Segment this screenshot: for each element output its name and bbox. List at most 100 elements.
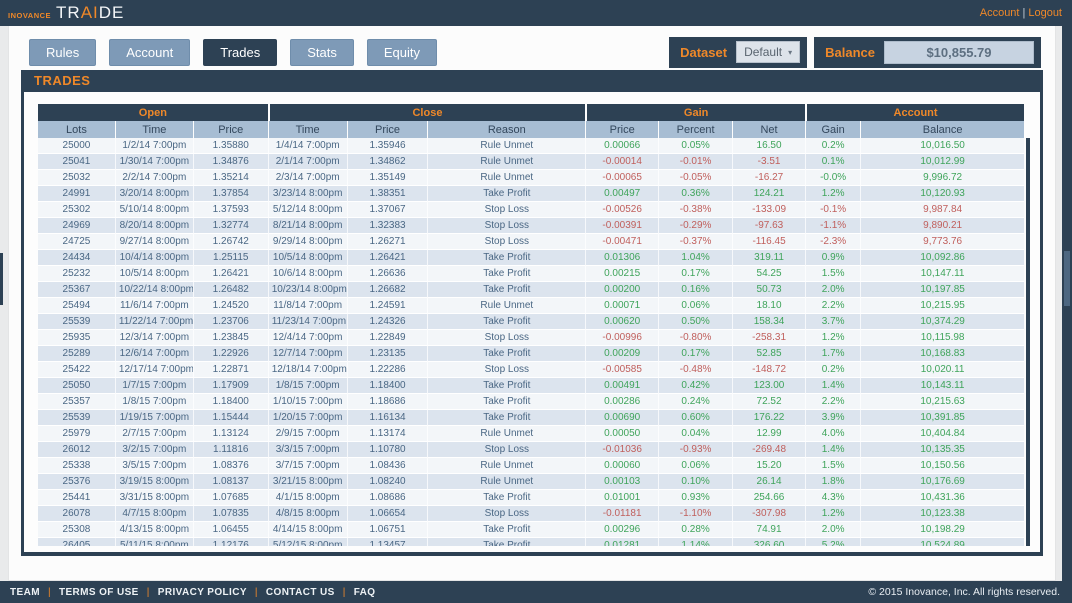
brand-prefix: INOVANCE xyxy=(8,11,51,20)
cell-close-time: 12/7/14 7:00pm xyxy=(268,346,347,362)
col-header-close-price: Price xyxy=(347,121,428,138)
cell-gain-net: -97.63 xyxy=(732,218,805,234)
trades-rows-viewport[interactable]: 250001/2/14 7:00pm1.358801/4/14 7:00pm1.… xyxy=(38,138,1024,546)
top-bar: INOVANCE TRAIDE Account|Logout xyxy=(0,0,1072,26)
cell-gain-percent: 0.36% xyxy=(658,186,732,202)
cell-gain-net: 50.73 xyxy=(732,282,805,298)
cell-open-time: 8/20/14 8:00pm xyxy=(115,218,193,234)
cell-open-time: 10/22/14 8:00pm xyxy=(115,282,193,298)
cell-account-balance: 10,176.69 xyxy=(860,474,1024,490)
footer-link-team[interactable]: TEAM xyxy=(10,587,40,598)
cell-close-time: 4/1/15 8:00pm xyxy=(268,490,347,506)
cell-account-gain: 1.8% xyxy=(805,474,860,490)
cell-account-balance: 9,890.21 xyxy=(860,218,1024,234)
cell-lots: 24725 xyxy=(38,234,115,250)
cell-close-time: 2/3/14 7:00pm xyxy=(268,170,347,186)
cell-account-gain: 5.2% xyxy=(805,538,860,546)
cell-gain-price: 0.00215 xyxy=(585,266,658,282)
left-edge-marker xyxy=(0,253,3,305)
cell-gain-price: 0.00060 xyxy=(585,458,658,474)
table-row: 253383/5/15 7:00pm1.083763/7/15 7:00pm1.… xyxy=(38,458,1024,474)
cell-account-gain: 2.2% xyxy=(805,298,860,314)
cell-lots: 25032 xyxy=(38,170,115,186)
footer-link-faq[interactable]: FAQ xyxy=(354,587,376,598)
cell-close-time: 2/9/15 7:00pm xyxy=(268,426,347,442)
session-links: Account|Logout xyxy=(980,7,1062,19)
cell-gain-percent: 0.04% xyxy=(658,426,732,442)
content-card: Rules Account Trades Stats Equity Datase… xyxy=(8,26,1056,581)
cell-gain-percent: -0.80% xyxy=(658,330,732,346)
footer-link-privacy-policy[interactable]: PRIVACY POLICY xyxy=(158,587,247,598)
cell-account-gain: -1.1% xyxy=(805,218,860,234)
table-row: 2536710/22/14 8:00pm1.2648210/23/14 8:00… xyxy=(38,282,1024,298)
cell-close-time: 10/23/14 8:00pm xyxy=(268,282,347,298)
tab-trades[interactable]: Trades xyxy=(203,39,277,66)
cell-gain-price: 0.00491 xyxy=(585,378,658,394)
tab-rules[interactable]: Rules xyxy=(29,39,96,66)
table-row: 250501/7/15 7:00pm1.179091/8/15 7:00pm1.… xyxy=(38,378,1024,394)
col-header-reason: Reason xyxy=(427,121,585,138)
footer-link-separator: | xyxy=(147,587,150,598)
cell-close-time: 12/18/14 7:00pm xyxy=(268,362,347,378)
cell-reason: Rule Unmet xyxy=(427,458,585,474)
cell-gain-price: -0.00996 xyxy=(585,330,658,346)
brand-logo: INOVANCE TRAIDE xyxy=(8,3,124,23)
tab-stats[interactable]: Stats xyxy=(290,39,354,66)
cell-gain-price: 0.01001 xyxy=(585,490,658,506)
cell-reason: Rule Unmet xyxy=(427,298,585,314)
cell-lots: 25494 xyxy=(38,298,115,314)
cell-reason: Take Profit xyxy=(427,314,585,330)
cell-open-price: 1.26482 xyxy=(193,282,268,298)
cell-account-balance: 10,391.85 xyxy=(860,410,1024,426)
cell-open-time: 9/27/14 8:00pm xyxy=(115,234,193,250)
cell-reason: Stop Loss xyxy=(427,218,585,234)
col-header-account-balance: Balance xyxy=(860,121,1024,138)
cell-lots: 24969 xyxy=(38,218,115,234)
tab-account[interactable]: Account xyxy=(109,39,190,66)
cell-gain-percent: -1.10% xyxy=(658,506,732,522)
cell-close-time: 1/20/15 7:00pm xyxy=(268,410,347,426)
cell-lots: 25357 xyxy=(38,394,115,410)
cell-account-balance: 10,197.85 xyxy=(860,282,1024,298)
cell-open-price: 1.26421 xyxy=(193,266,268,282)
logout-link[interactable]: Logout xyxy=(1028,7,1062,19)
cell-reason: Rule Unmet xyxy=(427,426,585,442)
cell-lots: 25935 xyxy=(38,330,115,346)
cell-open-time: 12/17/14 7:00pm xyxy=(115,362,193,378)
footer-link-separator: | xyxy=(255,587,258,598)
cell-reason: Take Profit xyxy=(427,266,585,282)
account-link[interactable]: Account xyxy=(980,7,1020,19)
tab-equity[interactable]: Equity xyxy=(367,39,437,66)
cell-account-gain: 2.2% xyxy=(805,394,860,410)
cell-open-time: 1/19/15 7:00pm xyxy=(115,410,193,426)
cell-open-price: 1.35880 xyxy=(193,138,268,154)
footer-link-contact-us[interactable]: CONTACT US xyxy=(266,587,335,598)
cell-close-price: 1.35946 xyxy=(347,138,428,154)
cell-account-balance: 10,123.38 xyxy=(860,506,1024,522)
cell-gain-price: 0.00071 xyxy=(585,298,658,314)
cell-open-time: 3/19/15 8:00pm xyxy=(115,474,193,490)
cell-gain-percent: 0.24% xyxy=(658,394,732,410)
dataset-select[interactable]: Default ▾ xyxy=(736,41,800,63)
cell-open-price: 1.23706 xyxy=(193,314,268,330)
cell-gain-percent: 0.16% xyxy=(658,282,732,298)
page-scrollbar-thumb[interactable] xyxy=(1064,251,1070,306)
copyright-text: © 2015 Inovance, Inc. All rights reserve… xyxy=(868,586,1060,598)
cell-reason: Rule Unmet xyxy=(427,154,585,170)
cell-gain-price: 0.01281 xyxy=(585,538,658,546)
cell-close-time: 4/14/15 8:00pm xyxy=(268,522,347,538)
trades-group-header: Open Close Gain Account xyxy=(38,104,1024,121)
table-row: 2443410/4/14 8:00pm1.2511510/5/14 8:00pm… xyxy=(38,250,1024,266)
cell-reason: Take Profit xyxy=(427,522,585,538)
link-separator: | xyxy=(1022,7,1025,19)
footer-link-terms-of-use[interactable]: TERMS OF USE xyxy=(59,587,139,598)
cell-gain-price: 0.00296 xyxy=(585,522,658,538)
footer-bar: TEAM|TERMS OF USE|PRIVACY POLICY|CONTACT… xyxy=(0,581,1072,603)
cell-open-price: 1.07685 xyxy=(193,490,268,506)
cell-gain-net: -148.72 xyxy=(732,362,805,378)
table-scrollbar[interactable] xyxy=(1026,138,1030,546)
cell-account-balance: 9,996.72 xyxy=(860,170,1024,186)
cell-account-gain: 4.3% xyxy=(805,490,860,506)
cell-lots: 25338 xyxy=(38,458,115,474)
cell-gain-price: 0.00200 xyxy=(585,282,658,298)
